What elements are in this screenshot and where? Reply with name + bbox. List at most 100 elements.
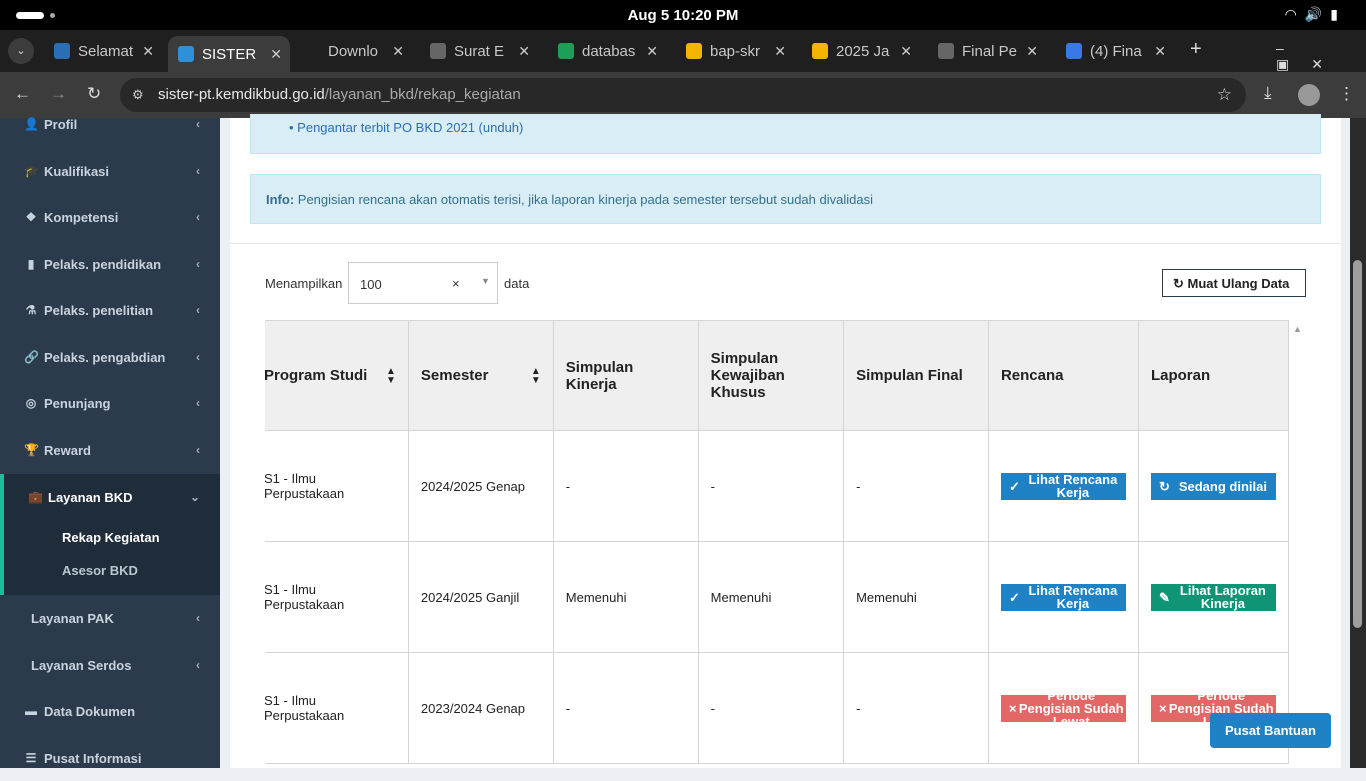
rencana-button[interactable]: × Periode Pengisian Sudah Lewat: [1000, 694, 1126, 722]
chevron-icon: ‹: [196, 443, 200, 457]
browser-tab[interactable]: databas ✕: [548, 36, 666, 66]
laporan-button[interactable]: ↻ Sedang dinilai: [1150, 472, 1276, 500]
page-scrollbar[interactable]: [1350, 118, 1366, 768]
reload-data-button[interactable]: ↻ Muat Ulang Data: [1162, 269, 1306, 297]
cell-kinerja: -: [552, 652, 699, 764]
sidebar-subitem[interactable]: Asesor BKD: [62, 563, 138, 578]
column-header: Simpulan Final: [843, 320, 989, 431]
close-tab-icon[interactable]: ✕: [142, 43, 154, 60]
po-bkd-link[interactable]: • Pengantar terbit PO BKD 2021 (unduh): [289, 120, 523, 135]
cell-final: Memenuhi: [843, 541, 989, 653]
sort-icon[interactable]: ▲ ▼: [386, 366, 396, 385]
sidebar-item[interactable]: Layanan PAK ‹: [0, 595, 220, 641]
close-tab-icon[interactable]: ✕: [270, 46, 282, 63]
cell-kewajiban: Memenuhi: [697, 541, 845, 653]
sidebar-item[interactable]: ⚗ Pelaks. penelitian ‹: [0, 287, 220, 333]
life-ring-icon: ◎: [25, 396, 37, 410]
column-header[interactable]: Semester ▲ ▼: [407, 320, 554, 431]
sidebar-item[interactable]: ❖ Kompetensi ‹: [0, 194, 220, 240]
scrollbar-thumb[interactable]: [1353, 260, 1362, 628]
tab-title: Selamat: [78, 42, 134, 60]
profile-avatar[interactable]: [1298, 84, 1320, 106]
chevron-icon: ‹: [196, 164, 200, 178]
bookmark-star-icon[interactable]: ☆: [1217, 78, 1232, 112]
sidebar-item[interactable]: 👤 Profil ‹: [0, 101, 220, 147]
page-size-select[interactable]: 100 × ▼: [348, 262, 498, 304]
chevron-icon: ‹: [196, 257, 200, 271]
close-tab-icon[interactable]: ✕: [900, 43, 912, 60]
close-tab-icon[interactable]: ✕: [392, 43, 404, 60]
table-scroll-area[interactable]: Program Studi ▲ ▼ Semester ▲ ▼ Simpulan Kinerj…: [265, 320, 1291, 780]
uin-logo-icon: [54, 43, 70, 59]
browser-tab[interactable]: Selamat ✕: [44, 36, 162, 66]
sidebar-item-label: Reward: [44, 442, 91, 458]
help-center-button[interactable]: Pusat Bantuan: [1210, 713, 1331, 748]
sidebar-item[interactable]: Layanan Serdos ‹: [0, 642, 220, 688]
system-status-bar: Aug 5 10:20 PM ◠🔊▮: [0, 0, 1366, 30]
table-row: S1 - Ilmu Perpustakaan 2024/2025 Ganjil Me…: [265, 541, 1290, 653]
clear-icon[interactable]: ×: [452, 276, 460, 291]
main-content: • Pengantar terbit PO BKD 2021 (unduh) I…: [230, 114, 1341, 768]
sidebar-item[interactable]: ◎ Penunjang ‹: [0, 380, 220, 426]
sidebar-item[interactable]: ▮ Pelaks. pendidikan ‹: [0, 241, 220, 287]
sidebar-item-label: Pelaks. pendidikan: [44, 256, 162, 272]
cell-laporan: ✎ Lihat Laporan Kinerja: [1137, 541, 1290, 653]
book-icon: ▮: [27, 257, 35, 271]
drive-icon: [812, 43, 828, 59]
url-bar[interactable]: ⚙ sister-pt.kemdikbud.go.id/layanan_bkd/…: [120, 78, 1246, 112]
cell-final: -: [843, 652, 989, 764]
sidebar-subitem[interactable]: Rekap Kegiatan: [62, 530, 160, 545]
tab-title: Downlo: [328, 42, 379, 60]
chevron-icon: ⌄: [189, 490, 200, 504]
sidebar-item[interactable]: ☰ Pusat Informasi: [0, 735, 220, 781]
browser-tab[interactable]: SISTER ✕: [168, 36, 290, 72]
chevron-icon: ‹: [196, 611, 200, 625]
tab-title: Final Pe: [962, 42, 1018, 60]
sidebar-item[interactable]: 🎓 Kualifikasi ‹: [0, 148, 220, 194]
rencana-button[interactable]: ✓ Lihat Rencana Kerja: [1000, 583, 1126, 611]
tab-search-chevron-icon[interactable]: ⌄: [8, 38, 34, 64]
sidebar-item[interactable]: 💼 Layanan BKD ⌄: [0, 474, 220, 520]
user-icon: 👤: [24, 117, 39, 131]
info-label: Info:: [266, 192, 295, 207]
menu-kebab-icon[interactable]: ⋮: [1338, 84, 1355, 104]
sidebar-item[interactable]: ▬ Data Dokumen: [0, 688, 220, 734]
list-icon: ☰: [25, 751, 37, 765]
sort-icon[interactable]: ▲ ▼: [531, 366, 541, 385]
sheets-icon: [558, 43, 574, 59]
clock[interactable]: Aug 5 10:20 PM: [0, 7, 1366, 24]
browser-tab[interactable]: bap-skr ✕: [676, 36, 794, 66]
tab-title: SISTER: [202, 45, 257, 63]
sidebar-item[interactable]: 🏆 Reward ‹: [0, 427, 220, 473]
dropdown-caret-icon[interactable]: ▼: [481, 276, 490, 286]
close-tab-icon[interactable]: ✕: [646, 43, 658, 60]
docs-icon: [1066, 43, 1082, 59]
browser-tab[interactable]: 2025 Ja ✕: [802, 36, 920, 66]
browser-tab[interactable]: Surat E ✕: [420, 36, 538, 66]
close-tab-icon[interactable]: ✕: [1154, 43, 1166, 60]
close-tab-icon[interactable]: ✕: [774, 43, 786, 60]
system-tray-icons[interactable]: ◠🔊▮: [1285, 6, 1346, 23]
laporan-button[interactable]: ✎ Lihat Laporan Kinerja: [1150, 583, 1276, 611]
close-tab-icon[interactable]: ✕: [1026, 43, 1038, 60]
cell-laporan: ↻ Sedang dinilai: [1137, 430, 1290, 542]
show-suffix: data: [504, 276, 530, 291]
close-tab-icon[interactable]: ✕: [518, 43, 530, 60]
window-controls[interactable]: –▣✕: [1276, 40, 1366, 73]
new-tab-icon[interactable]: +: [1190, 38, 1202, 61]
sidebar-item-label: Kompetensi: [44, 209, 119, 225]
tab-title: 2025 Ja: [836, 42, 890, 60]
downloads-icon[interactable]: ⤓: [1264, 83, 1272, 103]
table-scroll-up-icon[interactable]: ▲: [1293, 324, 1302, 334]
sidebar-item[interactable]: 🔗 Pelaks. pengabdian ‹: [0, 334, 220, 380]
check-icon: ✓: [1008, 589, 1020, 605]
browser-tab[interactable]: Downlo ✕: [294, 36, 412, 66]
chevron-icon: ‹: [196, 396, 200, 410]
rencana-button[interactable]: ✓ Lihat Rencana Kerja: [1000, 472, 1126, 500]
chevron-icon: ‹: [196, 658, 200, 672]
column-header[interactable]: Program Studi ▲ ▼: [265, 320, 409, 431]
browser-tab[interactable]: Final Pe ✕: [928, 36, 1046, 66]
table-row: S1 - Ilmu Perpustakaan 2024/2025 Genap - - -…: [265, 430, 1290, 542]
tab-strip: ⌄ Selamat ✕ SISTER ✕ Downlo ✕ Surat E ✕ databas ✕…: [0, 30, 1366, 72]
browser-tab[interactable]: (4) Fina ✕: [1056, 36, 1174, 66]
